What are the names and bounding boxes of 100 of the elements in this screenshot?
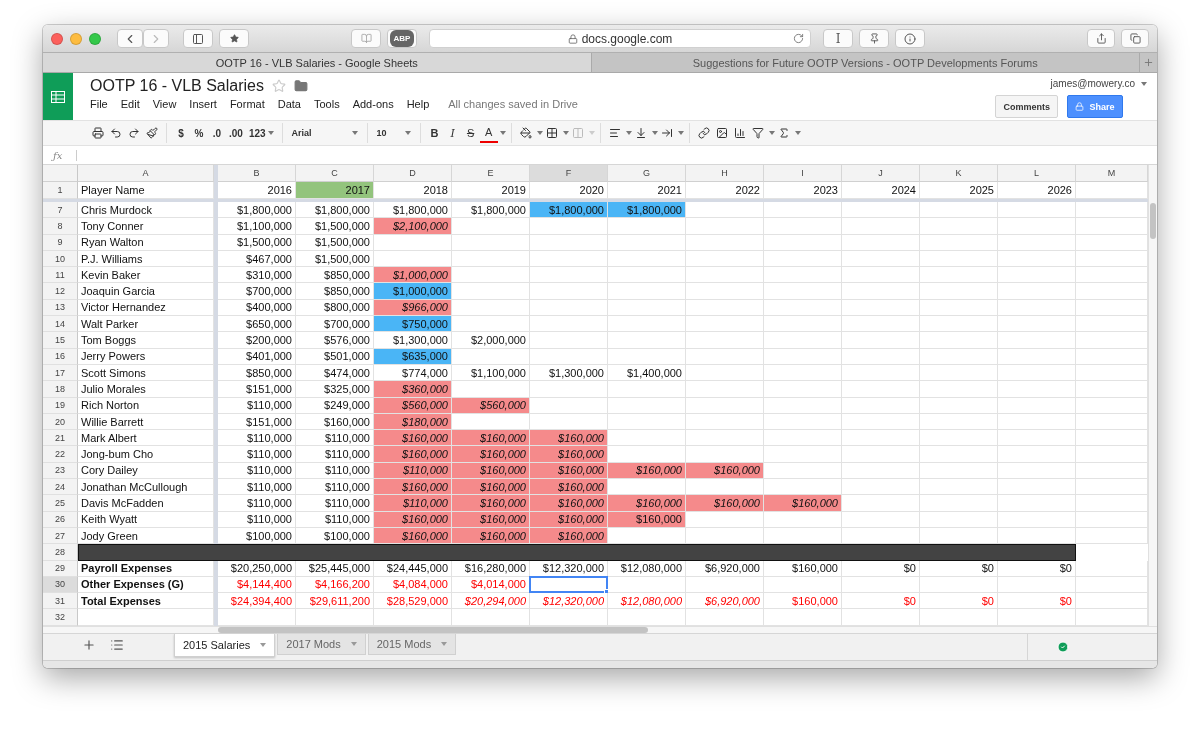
bookmark-button[interactable] <box>219 29 249 48</box>
lock-icon <box>1075 102 1085 111</box>
menu-item[interactable]: View <box>152 98 177 110</box>
column-header[interactable]: E <box>452 165 530 182</box>
table-cell: $160,000 <box>686 495 764 512</box>
table-cell: $110,000 <box>296 479 374 496</box>
row-number[interactable]: 11 <box>43 267 78 284</box>
table-cell: $151,000 <box>218 381 296 398</box>
close-button[interactable] <box>51 32 63 45</box>
row-number[interactable]: 28 <box>43 544 78 561</box>
table-cell: 2024 <box>842 182 920 199</box>
row-number[interactable]: 8 <box>43 218 78 235</box>
menu-item[interactable]: Add-ons <box>352 98 394 110</box>
column-header[interactable]: C <box>296 165 374 182</box>
add-sheet-icon[interactable] <box>82 638 96 653</box>
browser-tab[interactable]: OOTP 16 - VLB Salaries - Google Sheets <box>43 53 592 72</box>
row-number[interactable]: 21 <box>43 430 78 447</box>
menu-item[interactable]: Format <box>229 98 265 110</box>
table-cell: $650,000 <box>218 316 296 333</box>
minimize-button[interactable] <box>70 32 82 45</box>
table-cell: 2026 <box>998 182 1076 199</box>
percent-button[interactable]: % <box>190 123 208 143</box>
account-menu[interactable]: james@mowery.co <box>1050 78 1147 89</box>
share-button[interactable] <box>1087 29 1115 48</box>
row-number[interactable]: 24 <box>43 479 78 496</box>
align-left-icon <box>608 127 621 139</box>
filter-icon <box>751 127 764 139</box>
tabs-button[interactable] <box>1121 29 1149 48</box>
bold-button[interactable]: B <box>425 123 444 143</box>
row-number[interactable]: 1 <box>43 182 78 199</box>
back-button[interactable] <box>117 29 143 48</box>
horizontal-scrollbar[interactable] <box>43 625 1157 633</box>
caret-icon <box>1141 81 1147 86</box>
text-color-button[interactable]: A <box>479 123 498 143</box>
table-cell: Total Expenses <box>78 593 214 610</box>
sheet-tab[interactable]: 2015 Mods <box>367 633 457 655</box>
row-number[interactable]: 18 <box>43 381 78 398</box>
menu-item[interactable]: Insert <box>189 98 217 110</box>
increase-decimals-button[interactable]: .00 <box>226 123 246 143</box>
star-icon <box>229 34 239 43</box>
column-header[interactable]: I <box>764 165 842 182</box>
table-cell: Kevin Baker <box>78 267 214 284</box>
font-size-dropdown[interactable]: 10 <box>372 123 415 143</box>
column-header[interactable]: G <box>608 165 686 182</box>
column-header[interactable]: D <box>374 165 452 182</box>
row-number[interactable]: 22 <box>43 446 78 463</box>
currency-button[interactable]: $ <box>172 123 190 143</box>
row-number[interactable]: 12 <box>43 283 78 300</box>
document-title[interactable]: OOTP 16 - VLB Salaries <box>90 77 264 95</box>
row-number[interactable]: 25 <box>43 495 78 512</box>
caret-icon <box>625 131 632 135</box>
italic-button[interactable]: I <box>443 123 462 143</box>
new-tab-button[interactable] <box>1140 53 1157 72</box>
number-format-button[interactable]: 123 <box>245 123 277 143</box>
strikethrough-button[interactable]: S <box>461 123 480 143</box>
table-cell: $110,000 <box>374 495 452 512</box>
row-number[interactable]: 15 <box>43 332 78 349</box>
sidebar-button[interactable] <box>183 29 213 48</box>
vertical-scrollbar[interactable] <box>1148 165 1157 626</box>
reader-button[interactable] <box>351 29 381 48</box>
star-icon[interactable] <box>272 79 286 93</box>
column-header[interactable]: B <box>218 165 296 182</box>
menu-item[interactable]: Edit <box>120 98 140 110</box>
decrease-decimals-button[interactable]: .0 <box>208 123 226 143</box>
row-number[interactable]: 7 <box>43 202 78 219</box>
sheet-tab[interactable]: 2017 Mods <box>277 633 366 655</box>
column-header[interactable]: L <box>998 165 1076 182</box>
folder-icon[interactable] <box>294 79 308 93</box>
table-cell: $160,000 <box>452 430 530 447</box>
caret-icon <box>536 131 543 135</box>
pin-button[interactable] <box>859 29 889 48</box>
redo-icon <box>128 127 140 139</box>
font-dropdown[interactable]: Arial <box>287 123 362 143</box>
sheet-list-icon[interactable] <box>110 638 124 653</box>
table-cell: $160,000 <box>374 446 452 463</box>
comments-button[interactable]: Comments <box>995 95 1058 118</box>
zoom-button[interactable] <box>89 32 101 45</box>
column-header[interactable]: F <box>530 165 608 182</box>
column-header[interactable]: H <box>686 165 764 182</box>
row-number[interactable]: 14 <box>43 316 78 333</box>
info-button[interactable] <box>895 29 925 48</box>
row-number[interactable]: 31 <box>43 593 78 610</box>
address-field[interactable]: docs.google.com <box>429 29 811 48</box>
browser-tab[interactable]: Suggestions for Future OOTP Versions - OOTP Developments Forums <box>591 53 1140 72</box>
menu-item[interactable]: Data <box>277 98 301 110</box>
row-number[interactable]: 32 <box>43 609 78 626</box>
table-cell <box>1076 332 1148 349</box>
menu-item[interactable]: File <box>90 98 108 110</box>
table-cell: $1,800,000 <box>530 202 608 219</box>
column-header[interactable]: J <box>842 165 920 182</box>
column-header[interactable]: M <box>1076 165 1148 182</box>
toolbar-button[interactable]: I <box>823 29 853 48</box>
column-header[interactable]: A <box>78 165 214 182</box>
reload-icon[interactable] <box>793 33 804 44</box>
sheet-tab[interactable]: 2015 Salaries <box>174 633 276 657</box>
sheets-logo[interactable] <box>43 73 73 120</box>
menu-item[interactable]: Tools <box>313 98 340 110</box>
column-header[interactable]: K <box>920 165 998 182</box>
menu-item[interactable]: Help <box>406 98 430 110</box>
table-cell: $1,800,000 <box>452 202 530 219</box>
